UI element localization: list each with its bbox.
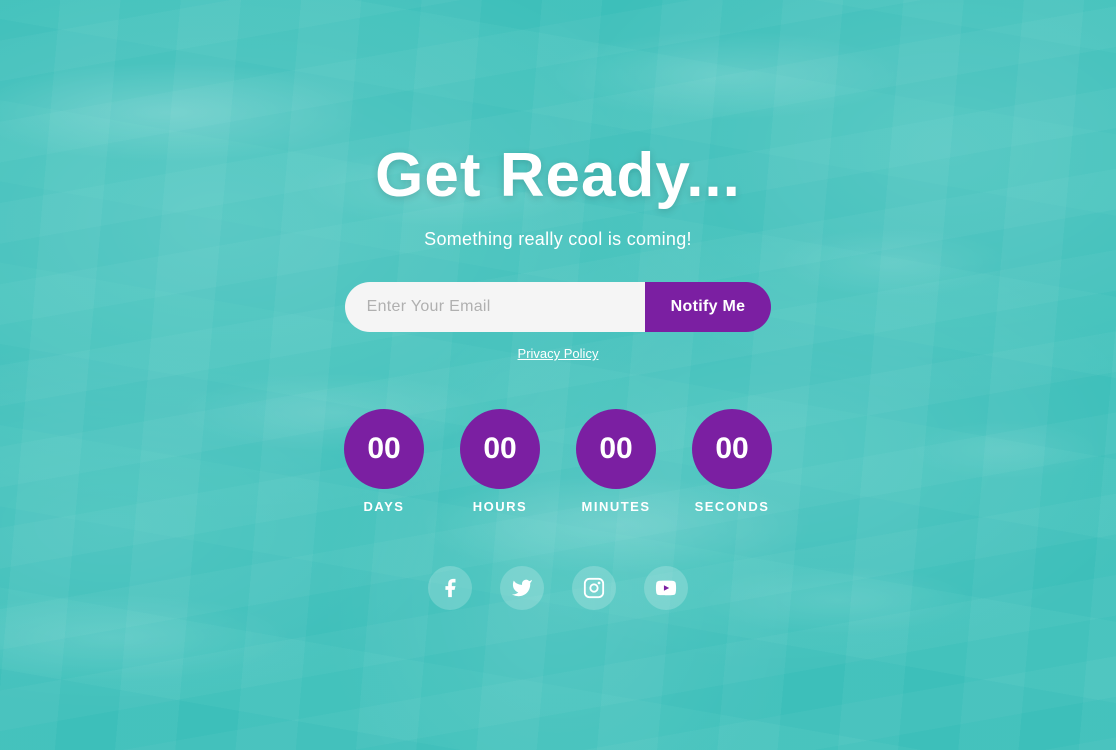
main-container: Get Ready... Something really cool is co… [0,0,1116,750]
minutes-label: MINUTES [582,499,651,514]
instagram-icon[interactable] [572,566,616,610]
minutes-circle: 00 [576,409,656,489]
facebook-icon[interactable] [428,566,472,610]
seconds-label: SECONDS [695,499,770,514]
twitter-icon[interactable] [500,566,544,610]
days-circle: 00 [344,409,424,489]
countdown-minutes: 00 MINUTES [576,409,656,514]
privacy-policy-link[interactable]: Privacy Policy [518,346,599,361]
email-input[interactable] [345,282,645,332]
hours-label: HOURS [473,499,527,514]
countdown-seconds: 00 SECONDS [692,409,772,514]
headline: Get Ready... [375,140,741,211]
youtube-icon[interactable] [644,566,688,610]
subheadline: Something really cool is coming! [424,229,692,250]
seconds-circle: 00 [692,409,772,489]
countdown-days: 00 DAYS [344,409,424,514]
social-icons-row [428,566,688,610]
countdown-timer: 00 DAYS 00 HOURS 00 MINUTES 00 SECONDS [344,409,772,514]
countdown-hours: 00 HOURS [460,409,540,514]
email-form: Notify Me [345,282,772,332]
days-label: DAYS [364,499,405,514]
notify-button[interactable]: Notify Me [645,282,772,332]
hours-circle: 00 [460,409,540,489]
